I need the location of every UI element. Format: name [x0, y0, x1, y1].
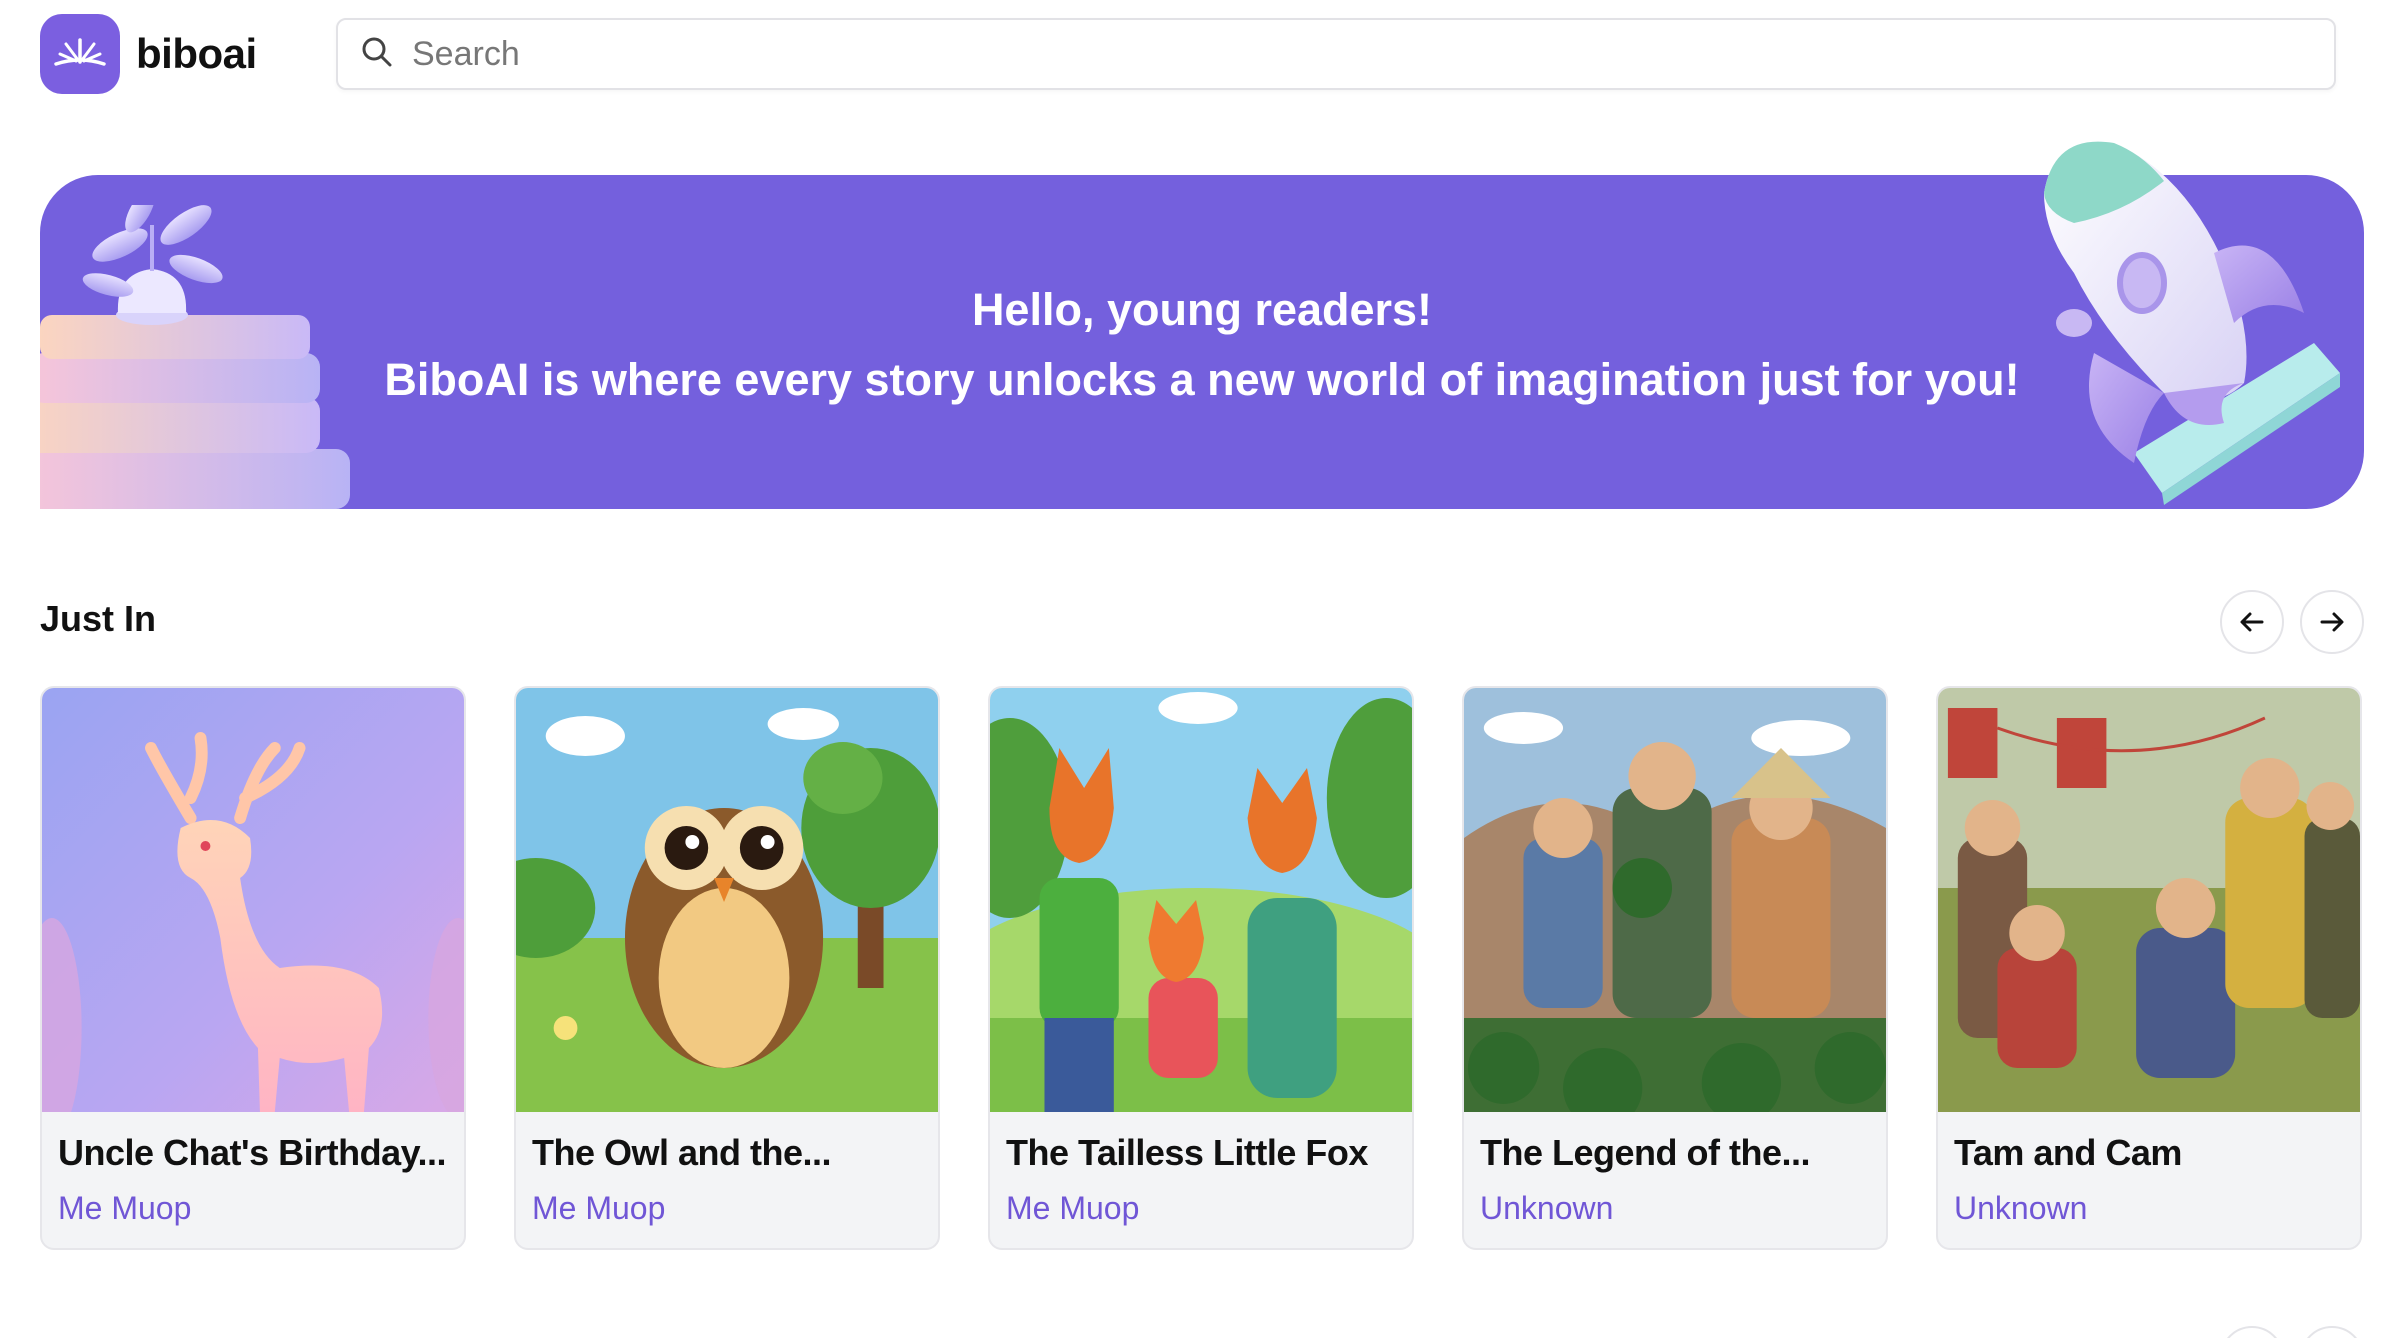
book-card[interactable]: Uncle Chat's Birthday... Me Muop [40, 686, 466, 1250]
search-bar[interactable] [336, 18, 2336, 90]
search-input[interactable] [412, 34, 2212, 74]
section-title-just-in: Just In [40, 598, 157, 639]
book-card[interactable]: Tam and Cam Unknown [1936, 686, 2362, 1250]
book-title: The Legend of the... [1480, 1132, 1811, 1173]
app-name: biboai [136, 30, 257, 77]
book-card[interactable]: The Legend of the... Unknown [1462, 686, 1888, 1250]
book-cover-owl [516, 688, 938, 1112]
book-cover-deer [42, 688, 464, 1112]
search-icon [360, 35, 394, 74]
book-title: Tam and Cam [1954, 1132, 2182, 1173]
book-cover-foxes [990, 688, 1412, 1112]
rocket-illustration [2044, 141, 2340, 505]
next-section-next-button[interactable] [2300, 1326, 2364, 1338]
book-card[interactable]: The Tailless Little Fox Me Muop [988, 686, 1414, 1250]
logo[interactable]: biboai [40, 14, 257, 94]
book-author: Me Muop [1006, 1190, 1140, 1226]
open-book-logo-icon [40, 14, 120, 94]
book-author: Me Muop [58, 1190, 192, 1226]
carousel-prev-button[interactable] [2220, 590, 2284, 654]
arrow-left-icon [2240, 612, 2264, 632]
top-bar: biboai [0, 0, 2392, 110]
welcome-banner: Hello, young readers! BiboAI is where ev… [40, 141, 2364, 509]
book-title: The Tailless Little Fox [1006, 1132, 1368, 1173]
book-author: Me Muop [532, 1190, 666, 1226]
book-title: The Owl and the... [532, 1132, 832, 1173]
book-author: Unknown [1954, 1190, 2088, 1226]
book-author: Unknown [1480, 1190, 1614, 1226]
book-carousel: Uncle Chat's Birthday... Me Muop The Owl… [40, 686, 2362, 1250]
book-cover-watermelon-legend [1464, 688, 1886, 1112]
next-section-prev-button[interactable] [2220, 1326, 2284, 1338]
carousel-next-button[interactable] [2300, 590, 2364, 654]
book-cover-tam-and-cam [1938, 688, 2360, 1112]
book-title: Uncle Chat's Birthday... [58, 1132, 446, 1173]
arrow-right-icon [2320, 612, 2344, 632]
book-card[interactable]: The Owl and the... Me Muop [514, 686, 940, 1250]
